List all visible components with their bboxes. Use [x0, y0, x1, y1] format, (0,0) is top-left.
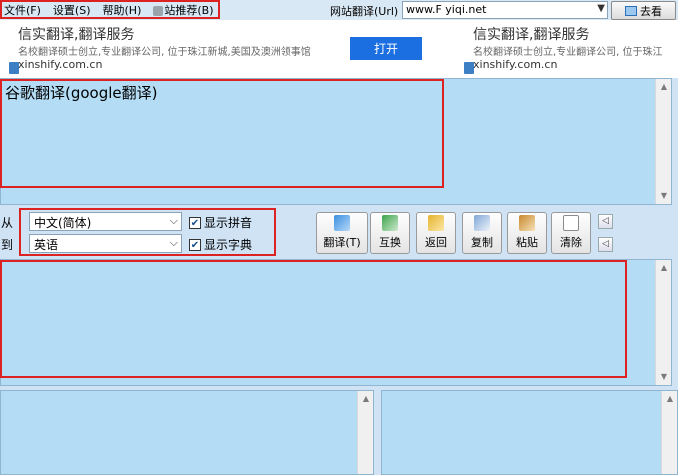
- translate-button[interactable]: 翻译(T): [316, 212, 368, 254]
- url-input[interactable]: www.F yiqi.net ▼: [402, 1, 608, 19]
- ad-title[interactable]: 信实翻译,翻译服务: [18, 24, 134, 44]
- swap-icon: [382, 215, 398, 231]
- go-button-label: 去看: [640, 4, 662, 18]
- ad-banner[interactable]: 信实翻译,翻译服务 名校翻译硕士创立,专业翻译公司, 位于珠江 xinshify…: [455, 20, 678, 78]
- swap-button[interactable]: 互换: [370, 212, 410, 254]
- ad-banner[interactable]: 信实翻译,翻译服务 名校翻译硕士创立,专业翻译公司, 位于珠江新城,美国及澳洲领…: [0, 20, 430, 78]
- highlight-box: [0, 79, 444, 188]
- menu-recommend-label: 站推荐(B): [164, 3, 214, 17]
- menu-bar: 文件(F) 设置(S) 帮助(H) 站推荐(B): [0, 0, 220, 19]
- ad-title[interactable]: 信实翻译,翻译服务: [473, 24, 589, 44]
- paste-label: 粘贴: [516, 236, 538, 249]
- pinyin-scrollbar[interactable]: ▲: [357, 391, 373, 474]
- copy-icon: [474, 215, 490, 231]
- highlight-box: [0, 260, 627, 378]
- scroll-down-icon[interactable]: ▼: [656, 369, 672, 385]
- top-bar: 文件(F) 设置(S) 帮助(H) 站推荐(B) 网站翻译(Url) www.F…: [0, 0, 678, 20]
- redacted-icon: [153, 5, 164, 16]
- from-label: 从: [1, 216, 14, 230]
- copy-label: 复制: [471, 236, 493, 249]
- ad-domain[interactable]: xinshify.com.cn: [473, 58, 557, 71]
- to-label: 到: [1, 238, 14, 252]
- dictionary-scrollbar[interactable]: ▲: [661, 391, 677, 474]
- ad-description: 名校翻译硕士创立,专业翻译公司, 位于珠江新城,美国及澳洲领事馆: [18, 47, 311, 58]
- scroll-up-icon[interactable]: ▲: [656, 260, 672, 276]
- ad-domain[interactable]: xinshify.com.cn: [18, 58, 102, 71]
- highlight-box: [19, 208, 276, 256]
- pinyin-pane[interactable]: ▲: [0, 390, 374, 475]
- ad-strip: 信实翻译,翻译服务 名校翻译硕士创立,专业翻译公司, 位于珠江新城,美国及澳洲领…: [0, 20, 678, 78]
- translate-icon: [334, 215, 350, 231]
- copy-button[interactable]: 复制: [462, 212, 502, 254]
- back-label: 返回: [425, 236, 447, 249]
- back-icon: [428, 215, 444, 231]
- paste-button[interactable]: 粘贴: [507, 212, 547, 254]
- menu-help[interactable]: 帮助(H): [103, 2, 142, 18]
- menu-file[interactable]: 文件(F): [4, 2, 41, 18]
- clear-button[interactable]: 清除: [551, 212, 591, 254]
- url-value: www.F yiqi.net: [406, 3, 487, 16]
- result-scrollbar[interactable]: ▲ ▼: [655, 260, 671, 385]
- go-icon: [625, 5, 637, 16]
- dictionary-pane[interactable]: ▲: [381, 390, 678, 475]
- clear-label: 清除: [560, 236, 582, 249]
- url-label: 网站翻译(Url): [330, 5, 399, 18]
- back-button[interactable]: 返回: [416, 212, 456, 254]
- ad-description: 名校翻译硕士创立,专业翻译公司, 位于珠江: [473, 47, 663, 58]
- swap-label: 互换: [379, 236, 401, 249]
- scroll-down-icon[interactable]: ▼: [656, 188, 672, 204]
- scroll-up-icon[interactable]: ▲: [656, 79, 672, 95]
- menu-settings[interactable]: 设置(S): [53, 2, 91, 18]
- ad-open-button[interactable]: 打开: [350, 37, 422, 60]
- speaker-icon[interactable]: ◁: [598, 214, 613, 229]
- scroll-up-icon[interactable]: ▲: [662, 391, 678, 407]
- clear-icon: [563, 215, 579, 231]
- speaker-icon[interactable]: ◁: [598, 237, 613, 252]
- go-button[interactable]: 去看: [611, 1, 676, 20]
- source-scrollbar[interactable]: ▲ ▼: [655, 79, 671, 204]
- translate-label: 翻译(T): [323, 236, 361, 249]
- chevron-down-icon[interactable]: ▼: [597, 3, 605, 14]
- menu-recommend[interactable]: 站推荐(B): [153, 2, 214, 18]
- scroll-up-icon[interactable]: ▲: [358, 391, 374, 407]
- paste-icon: [519, 215, 535, 231]
